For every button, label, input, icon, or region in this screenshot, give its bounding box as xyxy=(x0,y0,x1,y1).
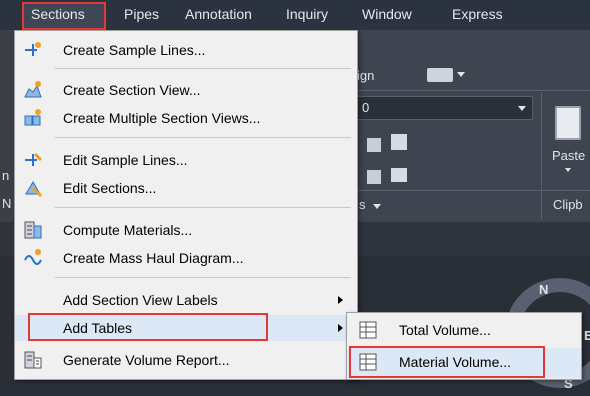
menu-separator xyxy=(55,207,351,208)
menu-item-label: Add Section View Labels xyxy=(63,292,218,308)
menu-item-generate-volume-report[interactable]: Generate Volume Report... xyxy=(15,347,357,373)
volume-report-icon xyxy=(24,351,42,369)
menu-sections[interactable]: Sections xyxy=(31,6,85,22)
menu-item-create-mass-haul-diagram[interactable]: Create Mass Haul Diagram... xyxy=(15,245,357,271)
paste-label[interactable]: Paste xyxy=(552,148,585,163)
submenu-item-label: Total Volume... xyxy=(399,322,491,338)
left-panel-fragment: n xyxy=(2,168,10,183)
ribbon-tab-design[interactable]: ign xyxy=(357,68,374,83)
lock-icon[interactable] xyxy=(367,170,381,184)
ribbon-view-icon[interactable] xyxy=(427,68,453,82)
material-volume-highlight xyxy=(349,346,545,378)
menu-item-edit-sections[interactable]: Edit Sections... xyxy=(15,175,357,201)
edit-sections-icon xyxy=(25,181,43,198)
menu-item-create-section-view[interactable]: Create Section View... xyxy=(15,77,357,103)
compass-east-label: E xyxy=(584,328,590,343)
layer-dropdown[interactable]: 0 xyxy=(357,96,533,120)
table-icon xyxy=(359,321,377,339)
menu-bar: Sections Pipes Annotation Inquiry Window… xyxy=(0,0,590,30)
submenu-item-total-volume[interactable]: Total Volume... xyxy=(347,316,581,346)
menu-item-label: Create Sample Lines... xyxy=(63,42,206,58)
menu-separator xyxy=(55,277,351,278)
chevron-down-icon xyxy=(518,106,526,111)
panel-expand-chevron-icon xyxy=(373,204,381,209)
layer-dropdown-value: 0 xyxy=(362,100,370,115)
layer-state-icon[interactable] xyxy=(391,168,407,182)
ribbon-divider xyxy=(355,190,590,191)
menu-item-add-section-view-labels[interactable]: Add Section View Labels xyxy=(15,287,357,313)
edit-sample-lines-icon xyxy=(25,152,43,166)
menu-express[interactable]: Express xyxy=(452,6,503,22)
compute-materials-icon xyxy=(24,221,42,239)
menu-separator xyxy=(55,137,351,138)
menu-inquiry[interactable]: Inquiry xyxy=(286,6,328,22)
menu-item-label: Generate Volume Report... xyxy=(63,352,230,368)
paste-icon[interactable] xyxy=(555,106,581,140)
menu-item-compute-materials[interactable]: Compute Materials... xyxy=(15,217,357,243)
menu-item-create-sample-lines[interactable]: Create Sample Lines... xyxy=(15,37,357,63)
submenu-arrow-icon xyxy=(338,296,343,304)
menu-window[interactable]: Window xyxy=(362,6,412,22)
menu-item-label: Create Mass Haul Diagram... xyxy=(63,250,244,266)
sample-lines-icon xyxy=(25,42,41,56)
menu-item-label: Edit Sections... xyxy=(63,180,157,196)
menu-item-label: Edit Sample Lines... xyxy=(63,152,188,168)
menu-item-label: Compute Materials... xyxy=(63,222,193,238)
left-panel-fragment: N xyxy=(2,196,12,211)
menu-item-edit-sample-lines[interactable]: Edit Sample Lines... xyxy=(15,147,357,173)
ribbon-panel: ign Paste s Clipb xyxy=(355,30,590,222)
menu-item-label: Create Multiple Section Views... xyxy=(63,110,261,126)
compass-north-label: N xyxy=(539,282,549,297)
mass-haul-icon xyxy=(24,249,42,265)
lock-icon[interactable] xyxy=(367,138,381,152)
layer-icon[interactable] xyxy=(391,134,407,150)
menu-pipes[interactable]: Pipes xyxy=(124,6,159,22)
ribbon-divider xyxy=(355,90,590,91)
multiple-section-views-icon xyxy=(24,109,41,126)
submenu-arrow-icon xyxy=(338,324,343,332)
menu-annotation[interactable]: Annotation xyxy=(185,6,252,22)
menu-item-label: Create Section View... xyxy=(63,82,201,98)
clipboard-panel-title: Clipb xyxy=(553,197,583,212)
ribbon-view-chevron-icon xyxy=(457,72,465,77)
add-tables-highlight xyxy=(28,313,268,341)
menu-item-create-multiple-section-views[interactable]: Create Multiple Section Views... xyxy=(15,105,357,131)
ribbon-panel-title[interactable]: s xyxy=(359,197,366,212)
paste-chevron-icon xyxy=(565,168,571,172)
menu-separator xyxy=(55,68,351,69)
ribbon-divider-vertical xyxy=(541,92,542,220)
section-view-icon xyxy=(24,81,42,98)
